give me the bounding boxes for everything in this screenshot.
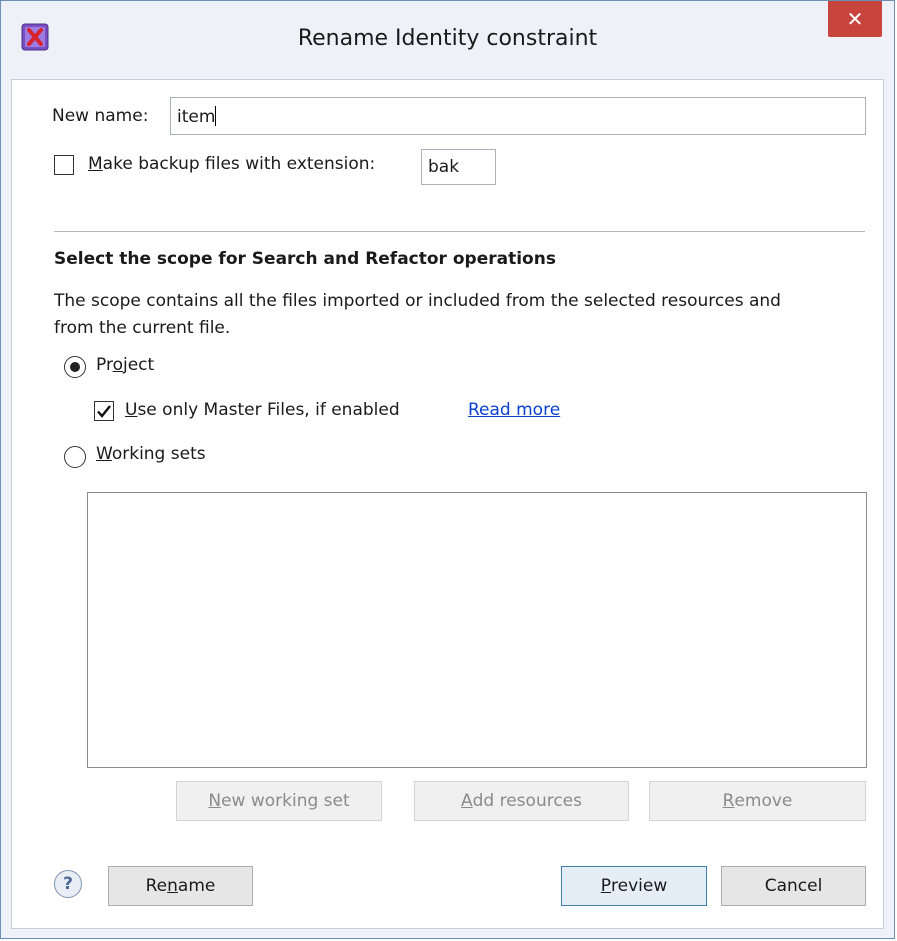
backup-extension-input[interactable]: bak: [421, 149, 496, 185]
rename-button[interactable]: Re n ame: [108, 866, 253, 906]
new-name-label: New name:: [52, 106, 149, 126]
checkmark-icon: [97, 405, 111, 418]
add-resources-button[interactable]: Add resources: [414, 781, 629, 821]
cancel-button[interactable]: Cancel: [721, 866, 866, 906]
help-icon[interactable]: ?: [54, 870, 82, 898]
scope-description-line1: The scope contains all the files importe…: [54, 291, 781, 311]
new-name-input[interactable]: item: [170, 97, 866, 135]
title-bar: Rename Identity constraint ✕: [1, 1, 894, 81]
working-sets-list[interactable]: [87, 492, 867, 768]
project-label: Project: [96, 355, 155, 375]
master-files-checkbox[interactable]: [94, 401, 114, 421]
dialog-window: Rename Identity constraint ✕ New name: i…: [0, 0, 895, 939]
preview-button[interactable]: Preview: [561, 866, 707, 906]
remove-button[interactable]: Remove: [649, 781, 866, 821]
working-sets-label: Working sets: [96, 444, 206, 464]
close-icon: ✕: [846, 7, 864, 31]
scope-description-line2: from the current file.: [54, 318, 231, 338]
project-radio[interactable]: [64, 356, 86, 378]
backup-checkbox[interactable]: [54, 155, 74, 175]
master-files-label: Use only Master Files, if enabled: [125, 400, 400, 420]
new-name-value: item: [177, 107, 216, 127]
text-caret: [215, 106, 217, 126]
read-more-link[interactable]: Read more: [468, 400, 560, 420]
scope-heading: Select the scope for Search and Refactor…: [54, 249, 556, 269]
separator: [54, 231, 865, 232]
radio-selected-dot: [70, 362, 80, 372]
window-title: Rename Identity constraint: [297, 26, 598, 51]
dialog-content: New name: item Make backup files with ex…: [11, 79, 884, 929]
close-button[interactable]: ✕: [828, 1, 882, 37]
new-working-set-button[interactable]: New working set: [176, 781, 382, 821]
working-sets-radio[interactable]: [64, 446, 86, 468]
backup-label: Make backup files with extension:: [88, 154, 376, 174]
